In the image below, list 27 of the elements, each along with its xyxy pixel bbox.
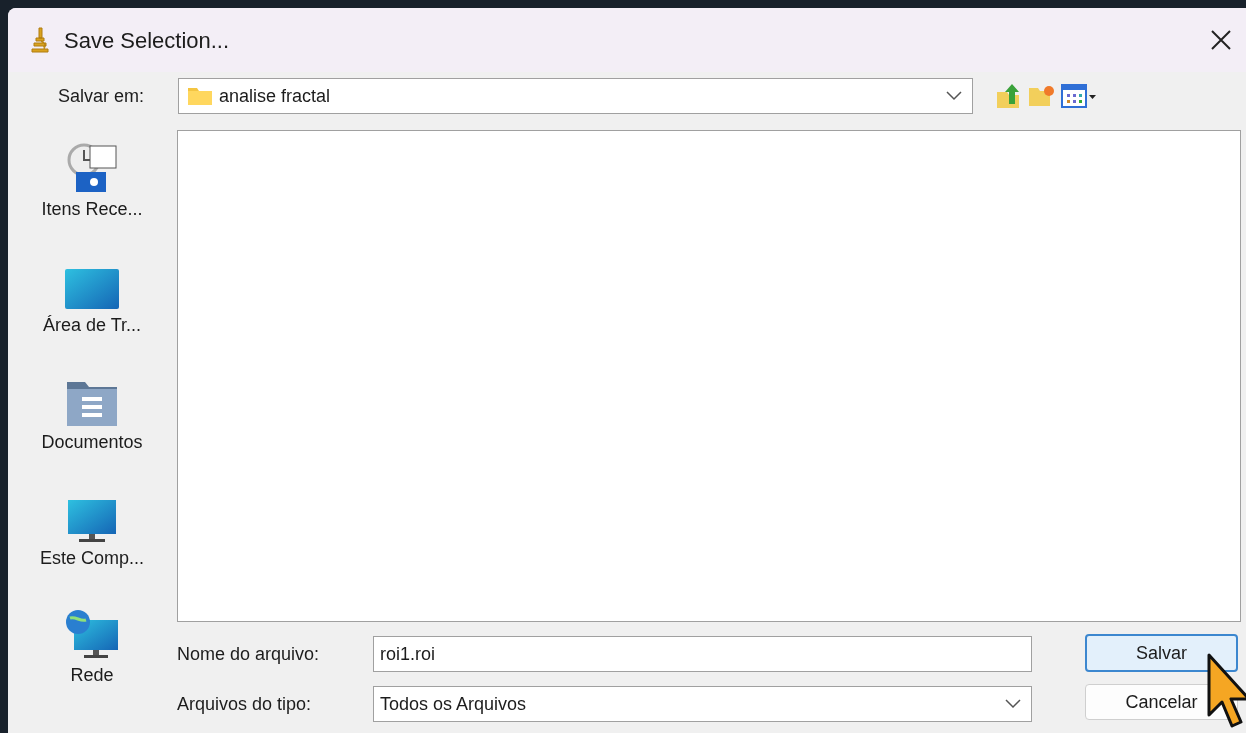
documents-folder-icon	[66, 380, 118, 427]
desktop-icon	[64, 268, 120, 311]
save-in-label: Salvar em:	[58, 84, 146, 108]
up-folder-icon[interactable]	[995, 82, 1021, 110]
new-folder-icon[interactable]	[1027, 84, 1055, 108]
place-item[interactable]: Documentos	[12, 370, 172, 488]
place-item[interactable]: Rede	[12, 603, 172, 721]
dialog-button[interactable]: Salvar	[1085, 634, 1238, 672]
file-type-value: Todos os Arquivos	[380, 692, 527, 716]
place-item[interactable]: Este Comp...	[12, 487, 172, 604]
file-type-dropdown[interactable]: Todos os Arquivos	[373, 686, 1032, 722]
close-icon[interactable]	[1210, 29, 1232, 51]
cursor-icon	[1206, 652, 1246, 728]
location-dropdown[interactable]: analise fractal	[178, 78, 973, 114]
place-item[interactable]: Área de Tr...	[12, 254, 172, 371]
file-name-field[interactable]: roi1.roi	[373, 636, 1032, 672]
chevron-down-icon	[1005, 699, 1021, 709]
folder-icon	[187, 86, 213, 106]
file-name-label: Nome do arquivo:	[177, 642, 321, 666]
computer-monitor-icon	[67, 499, 117, 544]
view-menu-icon[interactable]	[1061, 84, 1097, 108]
place-item[interactable]: Itens Rece...	[12, 138, 172, 255]
location-value: analise fractal	[219, 84, 331, 108]
chevron-down-icon	[946, 91, 962, 101]
network-computer-icon	[64, 607, 120, 660]
file-type-label: Arquivos do tipo:	[177, 692, 313, 716]
window-title: Save Selection...	[64, 26, 230, 55]
